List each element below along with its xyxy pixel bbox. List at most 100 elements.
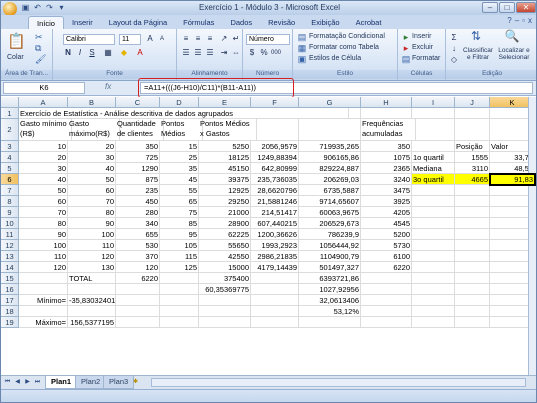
- cell-c6[interactable]: 875: [116, 174, 160, 185]
- number-format-select[interactable]: Número: [246, 34, 290, 45]
- column-header-f[interactable]: F: [251, 97, 299, 108]
- cell-a3[interactable]: 10: [19, 141, 68, 152]
- cell-h1[interactable]: [361, 108, 412, 119]
- cell-g19[interactable]: [299, 317, 361, 328]
- cell-g5[interactable]: 829224,887: [299, 163, 361, 174]
- tab-exibicao[interactable]: Exibição: [303, 16, 347, 29]
- align-left-icon[interactable]: ☰: [181, 48, 191, 58]
- cell-e10[interactable]: 28900: [199, 218, 251, 229]
- column-header-i[interactable]: I: [412, 97, 455, 108]
- font-color-icon[interactable]: A: [135, 48, 145, 58]
- cell-a16[interactable]: [19, 284, 68, 295]
- cell-i11[interactable]: [412, 229, 455, 240]
- cell-d10[interactable]: 85: [160, 218, 199, 229]
- cell-k6[interactable]: 91,83: [489, 173, 536, 186]
- cell-b17[interactable]: -35,83032401: [68, 295, 116, 306]
- cell-a5[interactable]: 30: [19, 163, 68, 174]
- cell-a18[interactable]: [19, 306, 68, 317]
- cell-e19[interactable]: [199, 317, 251, 328]
- cell-j14[interactable]: [455, 262, 490, 273]
- cell-j9[interactable]: [455, 207, 490, 218]
- cell-j18[interactable]: [455, 306, 490, 317]
- vertical-scrollbar[interactable]: [528, 97, 536, 375]
- doc-close-icon[interactable]: x: [528, 16, 532, 25]
- orientation-icon[interactable]: ↗: [219, 34, 229, 44]
- cell-i2[interactable]: [412, 119, 455, 141]
- cell-c13[interactable]: 370: [116, 251, 160, 262]
- cell-d15[interactable]: [160, 273, 199, 284]
- row-header-11[interactable]: 11: [1, 229, 19, 240]
- cell-e8[interactable]: 29250: [199, 196, 251, 207]
- prev-sheet-icon[interactable]: ◀: [13, 378, 22, 387]
- cell-j5[interactable]: 3110: [455, 163, 490, 174]
- cell-d3[interactable]: 15: [160, 141, 199, 152]
- cell-c3[interactable]: 350: [116, 141, 160, 152]
- cell-d16[interactable]: [160, 284, 199, 295]
- cell-d13[interactable]: 115: [160, 251, 199, 262]
- cell-e17[interactable]: [199, 295, 251, 306]
- borders-icon[interactable]: ▦: [103, 48, 113, 58]
- cell-styles-icon[interactable]: ▣: [297, 54, 307, 64]
- cell-j13[interactable]: [455, 251, 490, 262]
- shrink-font-icon[interactable]: A: [157, 34, 167, 44]
- column-header-e[interactable]: E: [199, 97, 251, 108]
- cell-i3[interactable]: [412, 141, 455, 152]
- cell-a17[interactable]: Mínimo=: [19, 295, 68, 306]
- cell-j7[interactable]: [455, 185, 490, 196]
- cell-d6[interactable]: 45: [160, 174, 199, 185]
- cell-a7[interactable]: 50: [19, 185, 68, 196]
- cell-e6[interactable]: 39375: [199, 174, 251, 185]
- cell-h2[interactable]: Frequências acumuladas: [361, 119, 416, 141]
- cell-b12[interactable]: 110: [68, 240, 116, 251]
- cell-j12[interactable]: [455, 240, 490, 251]
- cut-icon[interactable]: ✂: [35, 32, 43, 42]
- cell-i7[interactable]: [412, 185, 455, 196]
- cell-a13[interactable]: 110: [19, 251, 68, 262]
- cell-h17[interactable]: [361, 295, 412, 306]
- percent-button[interactable]: %: [259, 48, 269, 58]
- spreadsheet-grid[interactable]: A B C D E F G H I J K 1 2 3 4 5 6 7 8 9 10 11 12 13 14 15 16 17 18 19…: [1, 97, 536, 375]
- cell-b2[interactable]: Gasto máximo(R$): [68, 119, 120, 141]
- row-header-4[interactable]: 4: [1, 152, 19, 163]
- tab-dados[interactable]: Dados: [222, 16, 260, 29]
- cell-c9[interactable]: 280: [116, 207, 160, 218]
- cell-e7[interactable]: 12925: [199, 185, 251, 196]
- cell-d8[interactable]: 65: [160, 196, 199, 207]
- cell-b5[interactable]: 40: [68, 163, 116, 174]
- cell-e13[interactable]: 42550: [199, 251, 251, 262]
- delete-cells-icon[interactable]: ▸: [401, 43, 411, 53]
- cell-j11[interactable]: [455, 229, 490, 240]
- cell-i1[interactable]: [412, 108, 455, 119]
- cell-b7[interactable]: 60: [68, 185, 116, 196]
- column-header-g[interactable]: G: [299, 97, 361, 108]
- cell-c17[interactable]: [116, 295, 160, 306]
- cell-a8[interactable]: 60: [19, 196, 68, 207]
- cell-j19[interactable]: [455, 317, 490, 328]
- grow-font-icon[interactable]: A: [145, 34, 155, 44]
- minimize-button[interactable]: –: [482, 2, 498, 13]
- cell-c11[interactable]: 655: [116, 229, 160, 240]
- cell-e9[interactable]: 21000: [199, 207, 251, 218]
- cell-c14[interactable]: 120: [116, 262, 160, 273]
- cell-b8[interactable]: 70: [68, 196, 116, 207]
- close-button[interactable]: ✕: [516, 2, 536, 13]
- cell-g11[interactable]: 786239,9: [299, 229, 361, 240]
- cell-h10[interactable]: 4545: [361, 218, 412, 229]
- row-header-10[interactable]: 10: [1, 218, 19, 229]
- cell-c18[interactable]: [116, 306, 160, 317]
- last-sheet-icon[interactable]: ⏭: [33, 378, 42, 387]
- row-header-1[interactable]: 1: [1, 108, 19, 119]
- row-header-14[interactable]: 14: [1, 262, 19, 273]
- cell-c10[interactable]: 340: [116, 218, 160, 229]
- cell-f7[interactable]: 28,6620796: [251, 185, 299, 196]
- cell-i19[interactable]: [412, 317, 455, 328]
- sheet-tab-plan3[interactable]: Plan3: [103, 376, 135, 389]
- conditional-format-button[interactable]: Formatação Condicional: [309, 33, 385, 40]
- column-header-b[interactable]: B: [68, 97, 116, 108]
- merge-center-icon[interactable]: ⇔: [231, 48, 241, 58]
- cell-i18[interactable]: [412, 306, 455, 317]
- cell-e2[interactable]: Pontos Médios x Gastos: [199, 119, 257, 141]
- horizontal-scrollbar[interactable]: [151, 378, 526, 387]
- cell-f16[interactable]: [251, 284, 299, 295]
- cell-g8[interactable]: 9714,65607: [299, 196, 361, 207]
